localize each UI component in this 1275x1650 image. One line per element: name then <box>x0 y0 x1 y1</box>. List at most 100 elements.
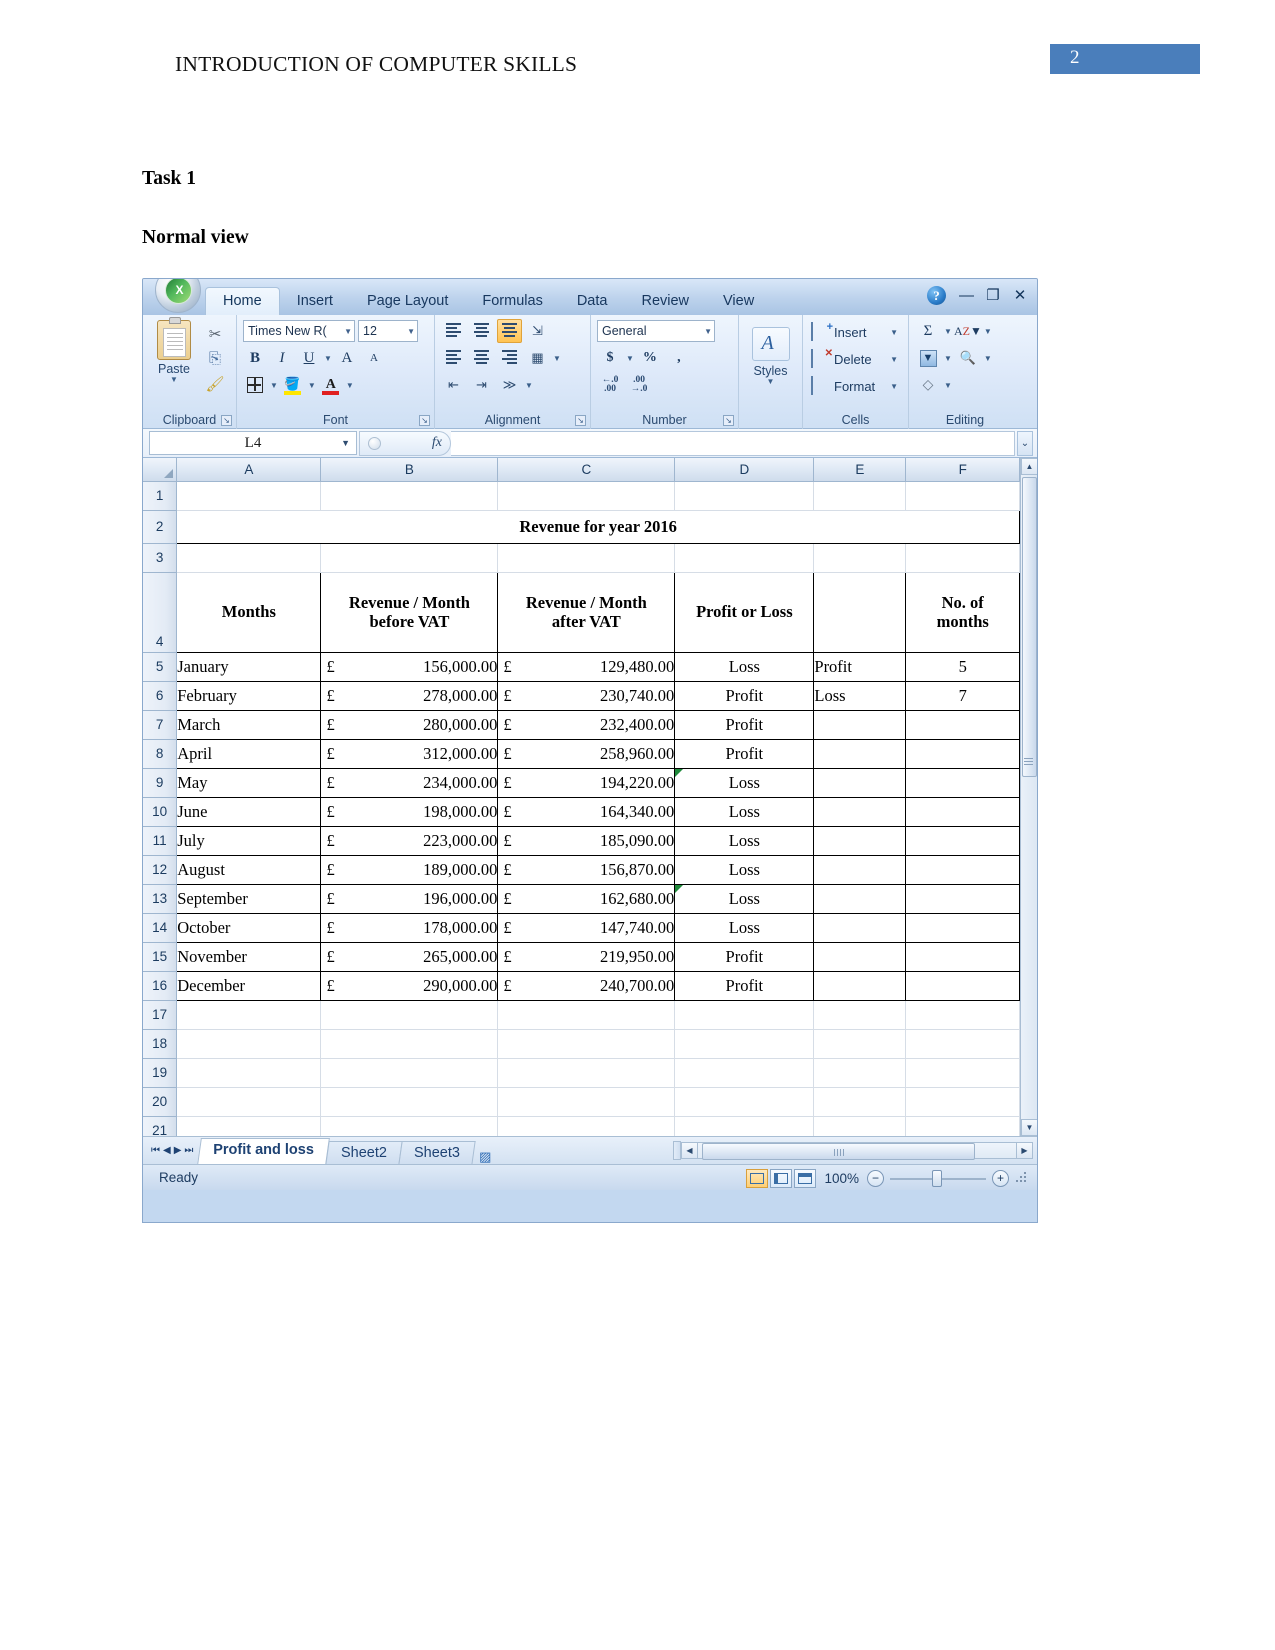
next-sheet-icon[interactable]: ▶ <box>174 1145 182 1156</box>
scroll-up-icon[interactable]: ▲ <box>1021 458 1037 475</box>
tab-home[interactable]: Home <box>205 287 280 315</box>
number-dialog-launcher[interactable]: ↘ <box>723 415 734 426</box>
row-header-14[interactable]: 14 <box>143 913 178 943</box>
cell-d12-status[interactable]: Loss <box>674 855 815 885</box>
increase-font-size-button[interactable]: A <box>335 346 359 370</box>
row-header-21[interactable]: 21 <box>143 1116 178 1136</box>
cell-e19[interactable] <box>813 1058 907 1088</box>
cell-d4-profit-or-loss[interactable]: Profit or Loss <box>674 571 815 653</box>
row-header-15[interactable]: 15 <box>143 942 178 972</box>
tab-data[interactable]: Data <box>560 288 625 315</box>
cell-c1[interactable] <box>497 481 676 511</box>
cell-e17[interactable] <box>813 1000 907 1030</box>
cell-b15-before-vat[interactable]: £ 265,000.00 <box>320 942 499 972</box>
row-header-1[interactable]: 1 <box>143 481 178 511</box>
clipboard-dialog-launcher[interactable]: ↘ <box>221 415 232 426</box>
row-header-16[interactable]: 16 <box>143 971 178 1001</box>
chevron-down-icon[interactable]: ▼ <box>626 354 634 362</box>
row-header-13[interactable]: 13 <box>143 884 178 914</box>
chevron-down-icon[interactable]: ▼ <box>944 381 952 389</box>
delete-cells-button[interactable]: Delete ▼ <box>809 346 902 373</box>
align-left-button[interactable] <box>441 346 466 370</box>
cell-a8-month[interactable]: April <box>176 739 322 769</box>
vertical-scrollbar[interactable]: ▲ ▼ <box>1020 458 1037 1136</box>
font-name-combo[interactable]: Times New R( ▼ <box>243 320 355 342</box>
cell-e11-extra[interactable] <box>813 826 907 856</box>
zoom-in-button[interactable]: + <box>992 1169 1009 1187</box>
column-header-d[interactable]: D <box>674 458 815 482</box>
cell-d5-status[interactable]: Loss <box>674 652 815 682</box>
cell-e14-extra[interactable] <box>813 913 907 943</box>
paste-button[interactable]: Paste ▼ <box>151 317 197 384</box>
cell-e16-extra[interactable] <box>813 971 907 1001</box>
row-header-7[interactable]: 7 <box>143 710 178 740</box>
chevron-down-icon[interactable]: ▼ <box>324 354 332 362</box>
cell-e21[interactable] <box>813 1116 907 1136</box>
cell-b12-before-vat[interactable]: £ 189,000.00 <box>320 855 499 885</box>
clear-button[interactable]: ◇ <box>915 373 941 397</box>
cell-f3[interactable] <box>905 543 1020 573</box>
cell-a11-month[interactable]: July <box>176 826 322 856</box>
tab-formulas[interactable]: Formulas <box>465 288 559 315</box>
last-sheet-icon[interactable]: ⏭ <box>184 1145 193 1156</box>
percent-format-button[interactable]: % <box>637 346 663 370</box>
cell-e8-extra[interactable] <box>813 739 907 769</box>
cell-f17[interactable] <box>905 1000 1020 1030</box>
row-header-4[interactable]: 4 <box>143 572 178 653</box>
cell-d7-status[interactable]: Profit <box>674 710 815 740</box>
chevron-down-icon[interactable]: ▼ <box>745 378 796 386</box>
cell-f14-count[interactable] <box>905 913 1020 943</box>
column-header-f[interactable]: F <box>905 458 1020 482</box>
cell-b3[interactable] <box>320 543 499 573</box>
cell-d15-status[interactable]: Profit <box>674 942 815 972</box>
cell-e20[interactable] <box>813 1087 907 1117</box>
cell-b10-before-vat[interactable]: £ 198,000.00 <box>320 797 499 827</box>
cell-d18[interactable] <box>674 1029 815 1059</box>
font-color-button[interactable]: A <box>319 373 343 397</box>
help-icon[interactable]: ? <box>927 286 946 305</box>
chevron-down-icon[interactable]: ▼ <box>346 381 354 389</box>
tab-page-layout[interactable]: Page Layout <box>350 288 465 315</box>
autosum-button[interactable]: Σ <box>915 319 941 343</box>
cell-c15-after-vat[interactable]: £ 219,950.00 <box>497 942 676 972</box>
cell-a19[interactable] <box>176 1058 322 1088</box>
expand-formula-bar-icon[interactable]: ⌄ <box>1017 430 1033 456</box>
tab-split-handle[interactable] <box>673 1141 681 1160</box>
formula-input[interactable] <box>451 430 1015 456</box>
cell-a13-month[interactable]: September <box>176 884 322 914</box>
prev-sheet-icon[interactable]: ◀ <box>163 1145 171 1156</box>
office-button-icon[interactable]: X <box>155 279 201 313</box>
fill-color-button[interactable]: 🪣 <box>281 373 305 397</box>
cut-icon[interactable]: ✂ <box>201 321 229 346</box>
align-bottom-button[interactable] <box>497 319 522 343</box>
cell-b19[interactable] <box>320 1058 499 1088</box>
cell-c21[interactable] <box>497 1116 676 1136</box>
chevron-down-icon[interactable]: ▼ <box>984 354 992 362</box>
cell-f7-count[interactable] <box>905 710 1020 740</box>
align-center-button[interactable] <box>469 346 494 370</box>
cell-e6-extra[interactable]: Loss <box>813 681 907 711</box>
cell-c19[interactable] <box>497 1058 676 1088</box>
cell-e10-extra[interactable] <box>813 797 907 827</box>
cell-a10-month[interactable]: June <box>176 797 322 827</box>
cell-e12-extra[interactable] <box>813 855 907 885</box>
cell-b18[interactable] <box>320 1029 499 1059</box>
row-header-11[interactable]: 11 <box>143 826 178 856</box>
increase-indent-button[interactable]: ⇥ <box>469 373 494 397</box>
row-header-2[interactable]: 2 <box>143 510 178 544</box>
sheet-tab-sheet3[interactable]: Sheet3 <box>398 1140 476 1165</box>
name-box[interactable]: L4 ▼ <box>149 431 357 455</box>
column-header-b[interactable]: B <box>320 458 499 482</box>
tab-view[interactable]: View <box>706 288 771 315</box>
select-all-button[interactable] <box>143 458 178 482</box>
cell-a6-month[interactable]: February <box>176 681 322 711</box>
cell-f4-no-of-months[interactable]: No. of months <box>905 571 1020 653</box>
cell-c11-after-vat[interactable]: £ 185,090.00 <box>497 826 676 856</box>
first-sheet-icon[interactable]: ⏮ <box>151 1145 160 1156</box>
restore-icon[interactable]: ❐ <box>986 288 1000 303</box>
cell-b14-before-vat[interactable]: £ 178,000.00 <box>320 913 499 943</box>
cell-a15-month[interactable]: November <box>176 942 322 972</box>
insert-function-button[interactable]: fx <box>359 430 451 456</box>
cell-f19[interactable] <box>905 1058 1020 1088</box>
cell-a5-month[interactable]: January <box>176 652 322 682</box>
